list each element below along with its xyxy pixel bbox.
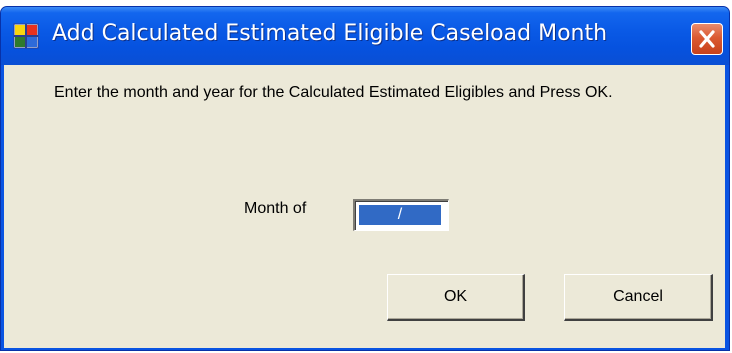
month-input[interactable]: / [353, 199, 449, 231]
ok-button[interactable]: OK [387, 274, 525, 321]
title-bar[interactable]: Add Calculated Estimated Eligible Caselo… [1, 7, 729, 65]
dialog-window: Add Calculated Estimated Eligible Caselo… [0, 6, 730, 351]
cancel-button[interactable]: Cancel [564, 274, 713, 321]
close-icon [699, 30, 715, 48]
window-title: Add Calculated Estimated Eligible Caselo… [52, 21, 608, 46]
instruction-text: Enter the month and year for the Calcula… [54, 84, 613, 101]
windows-form-icon [13, 23, 39, 49]
dialog-body: Enter the month and year for the Calcula… [4, 65, 725, 348]
month-label: Month of [244, 200, 307, 217]
close-button[interactable] [691, 23, 723, 55]
month-input-value: / [359, 205, 441, 225]
